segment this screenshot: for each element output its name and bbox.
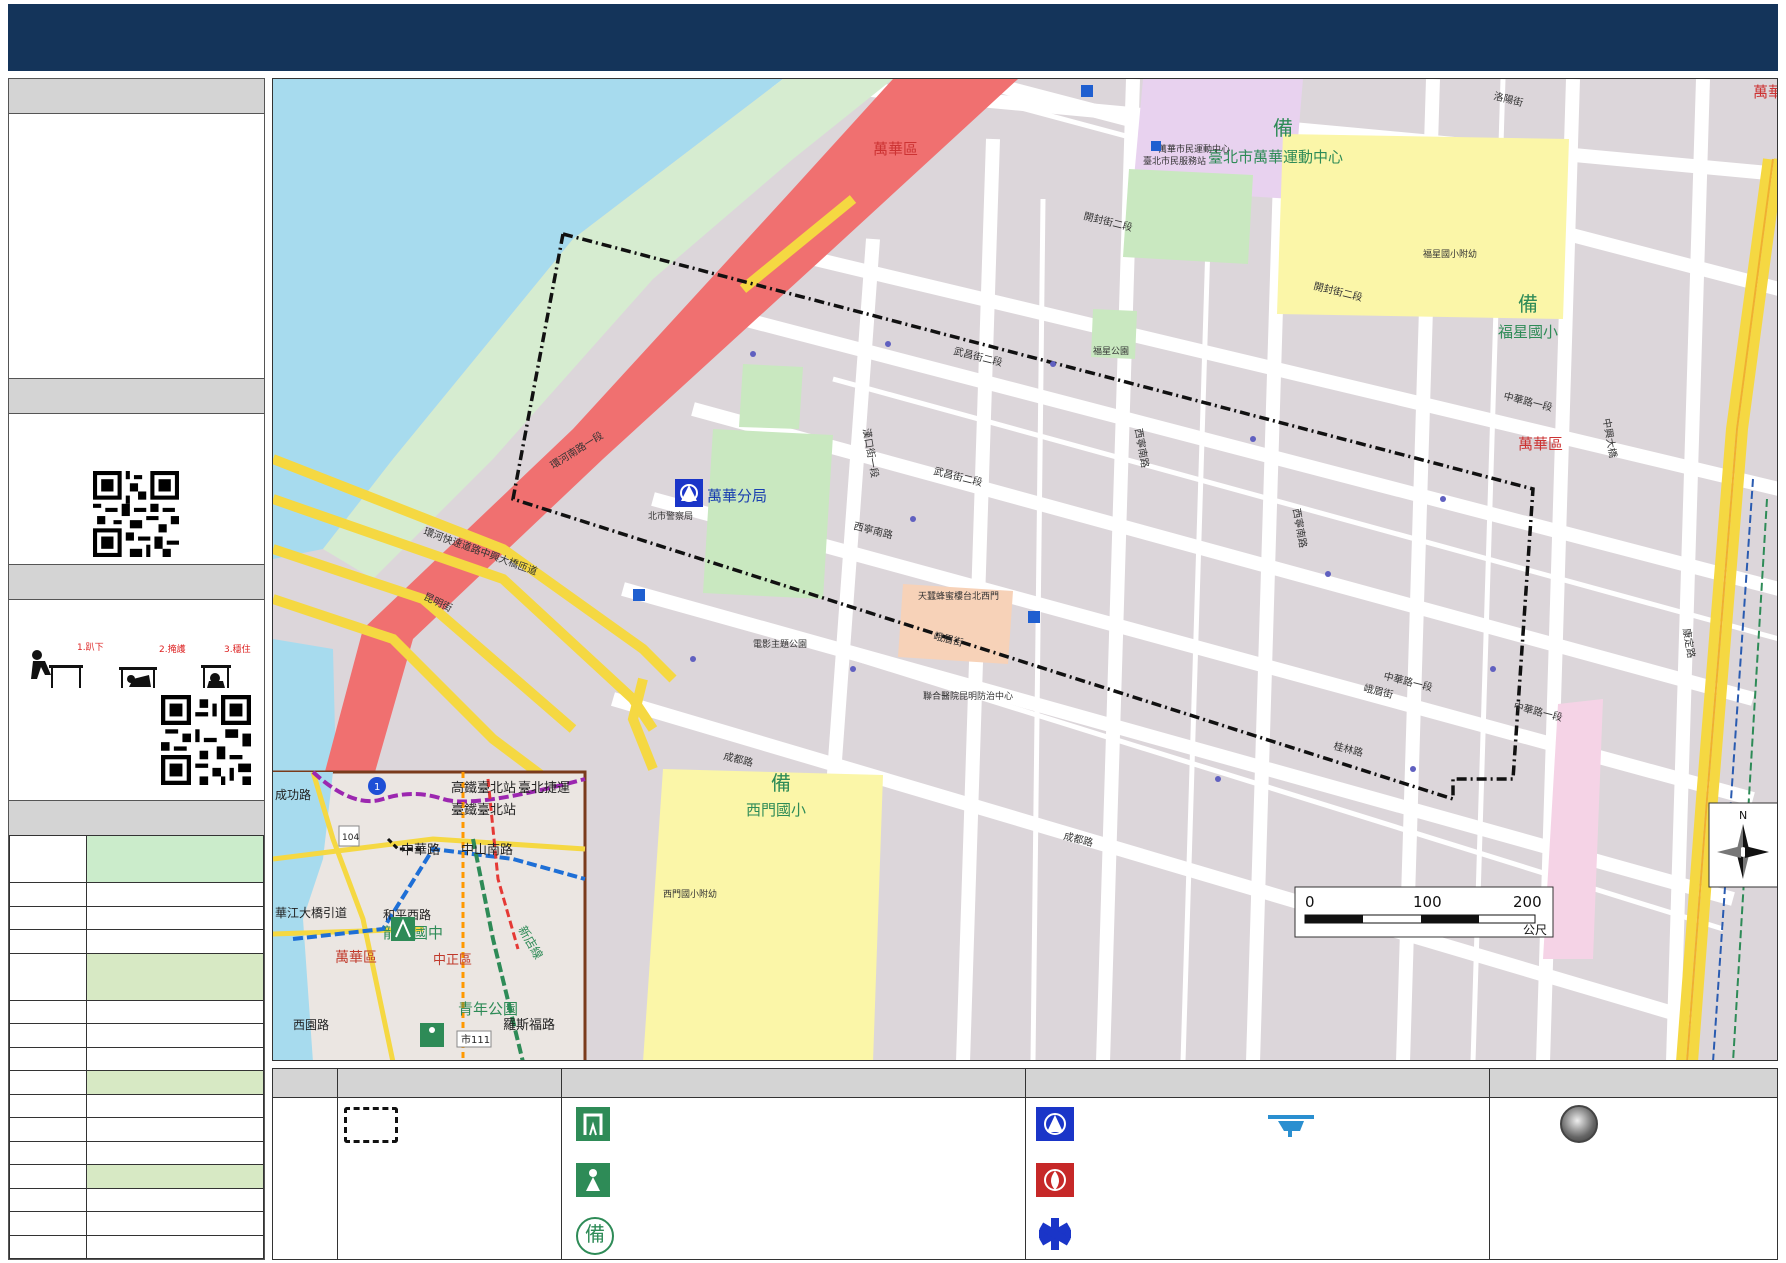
legend-col-shelter: 備 xyxy=(561,1069,614,1259)
district-label: 萬華區 xyxy=(1753,83,1778,101)
qr-code-icon[interactable] xyxy=(161,695,251,785)
inset-label: 羅斯福路 xyxy=(503,1017,555,1033)
helipad-icon xyxy=(1266,1109,1316,1139)
poi-label: 電影主題公園 xyxy=(753,638,807,650)
police-icon xyxy=(1036,1107,1074,1141)
school-label: 福星國小 xyxy=(1498,323,1558,341)
poi-label: 臺北市民服務站 xyxy=(1143,155,1206,167)
school-label: 西門國小 xyxy=(746,801,806,819)
scale-tick: 100 xyxy=(1413,893,1442,911)
evacuation-shelter-icon xyxy=(576,1107,610,1141)
poi-label: 聯合醫院昆明防治中心 xyxy=(923,690,1013,702)
poi-label: 北市警察局 xyxy=(648,510,693,522)
inset-label: 西園路 xyxy=(293,1017,329,1032)
inset-label: 高鐵臺北站 xyxy=(451,780,516,796)
park-area xyxy=(739,364,803,429)
station-marker-icon xyxy=(1560,1105,1598,1143)
parking-icon xyxy=(1081,85,1093,97)
poi-label: 福星國小附幼 xyxy=(1423,248,1477,260)
drill-step-2: 2.掩護 xyxy=(159,645,186,655)
north-label: N xyxy=(1739,809,1747,822)
district-label: 萬華區 xyxy=(1518,435,1563,453)
district-label: 萬華區 xyxy=(873,140,918,158)
inset-map: 1 高鐵臺北站 臺鐵臺北站 臺北捷運 中華路 中山南路 成功路 華江大橋引道 西… xyxy=(273,770,587,1060)
inset-label: 中山南路 xyxy=(461,842,513,858)
svg-text:1: 1 xyxy=(374,782,380,793)
scale-tick: 200 xyxy=(1513,893,1542,911)
boundary-icon xyxy=(344,1107,398,1143)
parking-icon xyxy=(1151,141,1161,151)
scale-unit: 公尺 xyxy=(1523,923,1547,937)
info-panel-header xyxy=(9,79,264,114)
park-area xyxy=(703,429,833,599)
police-label: 萬華分局 xyxy=(707,487,767,505)
poi-label: 西門國小附幼 xyxy=(663,888,717,900)
inset-label: 華江大橋引道 xyxy=(275,906,347,920)
main-map[interactable]: 萬華區 萬華區 萬華區 臺北市萬華運動中心 福星國小 西門國小 萬華分局 備 備… xyxy=(272,78,1778,1061)
drill-panel: 1.趴下 2.掩護 3.穩住 xyxy=(8,564,265,802)
info-table-header xyxy=(9,801,264,836)
parking-icon xyxy=(1028,611,1040,623)
backup-shelter-icon: 備 xyxy=(576,1217,614,1255)
legend-col-agencies xyxy=(1025,1069,1314,1259)
parking-icon xyxy=(633,589,645,601)
inset-label: 青年公園 xyxy=(458,1000,518,1018)
poi-label: 萬華市民運動中心 xyxy=(1158,143,1230,155)
drill-step-1: 1.趴下 xyxy=(77,643,104,653)
inset-label: 市111 xyxy=(461,1033,490,1046)
evacuation-park-icon xyxy=(420,1023,444,1047)
backup-mark: 備 xyxy=(1518,292,1538,316)
inset-label: 中正區 xyxy=(433,953,472,968)
legend-col-boundary xyxy=(337,1069,398,1259)
inset-label: 中華路 xyxy=(401,842,440,858)
info-table-panel xyxy=(8,800,265,1260)
park-area xyxy=(1123,169,1253,264)
qr-panel-header xyxy=(9,379,264,414)
backup-mark: 備 xyxy=(771,771,791,795)
poi-label: 福星公園 xyxy=(1093,345,1129,357)
legend-col-stations xyxy=(1489,1069,1598,1259)
fire-department-icon xyxy=(1036,1163,1074,1197)
inset-label: 成功路 xyxy=(275,787,311,802)
police-icon[interactable] xyxy=(675,479,703,507)
backup-mark: 備 xyxy=(1273,116,1293,140)
qr-code-icon[interactable] xyxy=(93,471,179,557)
legend: 備 xyxy=(272,1068,1778,1260)
info-table xyxy=(9,835,264,1259)
scale-tick: 0 xyxy=(1305,893,1315,911)
inset-label: 萬華區 xyxy=(335,950,377,966)
qr-panel xyxy=(8,378,265,566)
inset-label: 臺北捷運 xyxy=(518,781,570,796)
info-panel xyxy=(8,78,265,380)
poi-label: 天蠶蜂蜜樓台北西門 xyxy=(918,590,999,602)
header-bar xyxy=(8,4,1778,71)
medical-icon xyxy=(1036,1215,1074,1253)
evacuation-park-icon xyxy=(576,1163,610,1197)
inset-label: 104 xyxy=(342,833,359,843)
drill-step-3: 3.穩住 xyxy=(224,645,251,655)
inset-label: 臺鐵臺北站 xyxy=(451,802,516,818)
drill-panel-header xyxy=(9,565,264,600)
